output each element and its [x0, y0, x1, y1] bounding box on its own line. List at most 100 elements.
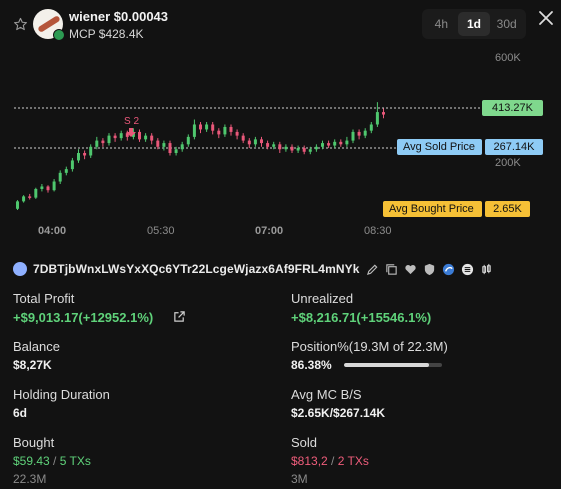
candle-icon[interactable] — [480, 263, 493, 276]
y-tick-600k: 600K — [495, 52, 521, 64]
candle — [339, 141, 343, 145]
unrealized-label: Unrealized — [291, 291, 354, 306]
candle — [16, 201, 19, 209]
candle — [40, 186, 44, 189]
candle — [382, 112, 385, 115]
shield-icon[interactable] — [423, 263, 436, 276]
candle — [113, 135, 117, 139]
star-icon[interactable] — [13, 17, 28, 32]
avg-mc-label: Avg MC B/S — [291, 387, 362, 402]
x-tick-0700: 07:00 — [255, 225, 284, 237]
candle — [229, 126, 233, 132]
candle — [266, 143, 270, 147]
token-title: wiener $0.00043 — [69, 9, 169, 24]
bought-amount: $59.43 — [13, 454, 50, 468]
holding-duration-value: 6d — [13, 406, 28, 420]
candle — [235, 131, 239, 136]
candle — [199, 124, 202, 130]
wallet-address[interactable]: 7DBTjbWnxLWsYxXQc6YTr22LcgeWjazx6Af9FRL4… — [33, 262, 360, 276]
candle — [345, 140, 349, 145]
y-tick-200k: 200K — [495, 157, 521, 169]
wallet-row: 7DBTjbWnxLWsYxXQc6YTr22LcgeWjazx6Af9FRL4… — [13, 261, 493, 277]
x-tick-0530: 05:30 — [147, 225, 175, 237]
candle — [156, 140, 160, 147]
candle — [308, 149, 312, 152]
position-label: Position%(19.3M of 22.3M) — [291, 339, 448, 354]
list-icon[interactable] — [461, 263, 474, 276]
candle — [77, 153, 80, 161]
candle — [64, 169, 68, 173]
candle — [351, 131, 355, 141]
candle — [247, 140, 251, 145]
candle — [272, 144, 276, 147]
candle — [205, 124, 209, 130]
tab-4h[interactable]: 4h — [425, 12, 458, 36]
candle — [327, 143, 331, 146]
candle — [83, 153, 87, 156]
edit-icon[interactable] — [366, 263, 379, 276]
candle — [333, 141, 337, 146]
balance-label: Balance — [13, 339, 60, 354]
heart-icon[interactable] — [404, 263, 417, 276]
holding-duration-label: Holding Duration — [13, 387, 110, 402]
position-progress-bar — [344, 363, 442, 367]
avg-bought-label: Avg Bought Price — [383, 201, 482, 217]
bought-txs: 5 TXs — [59, 454, 91, 468]
candle — [89, 146, 93, 156]
candle — [34, 188, 38, 198]
candle — [369, 124, 373, 131]
total-profit-value: +$9,013.17(+12952.1%) — [13, 310, 154, 325]
x-tick-0830: 08:30 — [364, 225, 392, 237]
wallet-avatar — [13, 262, 27, 276]
candle — [290, 146, 294, 151]
svg-text:S 2: S 2 — [124, 116, 139, 127]
sold-label: Sold — [291, 435, 318, 450]
candle — [28, 196, 32, 198]
candle — [101, 140, 105, 144]
candle — [46, 186, 50, 191]
bought-row: $59.43 / 5 TXs — [13, 454, 91, 468]
tab-30d[interactable]: 30d — [490, 12, 523, 36]
candle — [302, 148, 306, 152]
candle — [174, 149, 178, 153]
candle — [138, 131, 141, 140]
unrealized-value: +$8,216.71(+15546.1%) — [291, 310, 432, 325]
candle — [314, 146, 318, 150]
phantom-icon[interactable] — [442, 263, 455, 276]
avg-mc-value: $2.65K/$267.14K — [291, 406, 386, 420]
x-tick-0400: 04:00 — [38, 225, 67, 237]
avg-sold-value: 267.14K — [485, 139, 543, 155]
balance-value: $8,27K — [13, 358, 52, 372]
candle — [70, 160, 74, 170]
candle — [168, 143, 172, 153]
candle — [52, 181, 56, 191]
candle — [357, 131, 361, 136]
candle — [278, 144, 282, 150]
candle — [150, 135, 154, 141]
price-chart[interactable]: S 2 600K 200K 413.27K Avg Sold Price 267… — [0, 46, 561, 246]
position-value: 86.38% — [291, 358, 332, 372]
candle — [321, 143, 324, 147]
sold-tokens: 3M — [291, 472, 308, 486]
sold-txs: 2 TXs — [337, 454, 369, 468]
candle — [217, 130, 221, 135]
candle — [375, 112, 379, 125]
copy-icon[interactable] — [385, 263, 398, 276]
bought-label: Bought — [13, 435, 55, 450]
timeframe-selector: 4h 1d 30d — [422, 9, 526, 39]
avg-bought-value: 2.65K — [485, 201, 530, 217]
verified-badge-icon — [53, 29, 65, 41]
candle — [223, 126, 227, 135]
market-cap: MCP $428.4K — [69, 27, 144, 41]
candle — [119, 133, 123, 139]
candle — [180, 144, 184, 150]
candle — [95, 140, 99, 147]
sold-row: $813,2 / 2 TXs — [291, 454, 369, 468]
external-link-icon[interactable] — [173, 310, 186, 323]
candle — [186, 136, 190, 145]
candle — [363, 130, 367, 136]
close-icon[interactable] — [538, 10, 554, 26]
candle — [22, 196, 26, 202]
tab-1d[interactable]: 1d — [457, 12, 491, 36]
candle — [260, 139, 263, 144]
